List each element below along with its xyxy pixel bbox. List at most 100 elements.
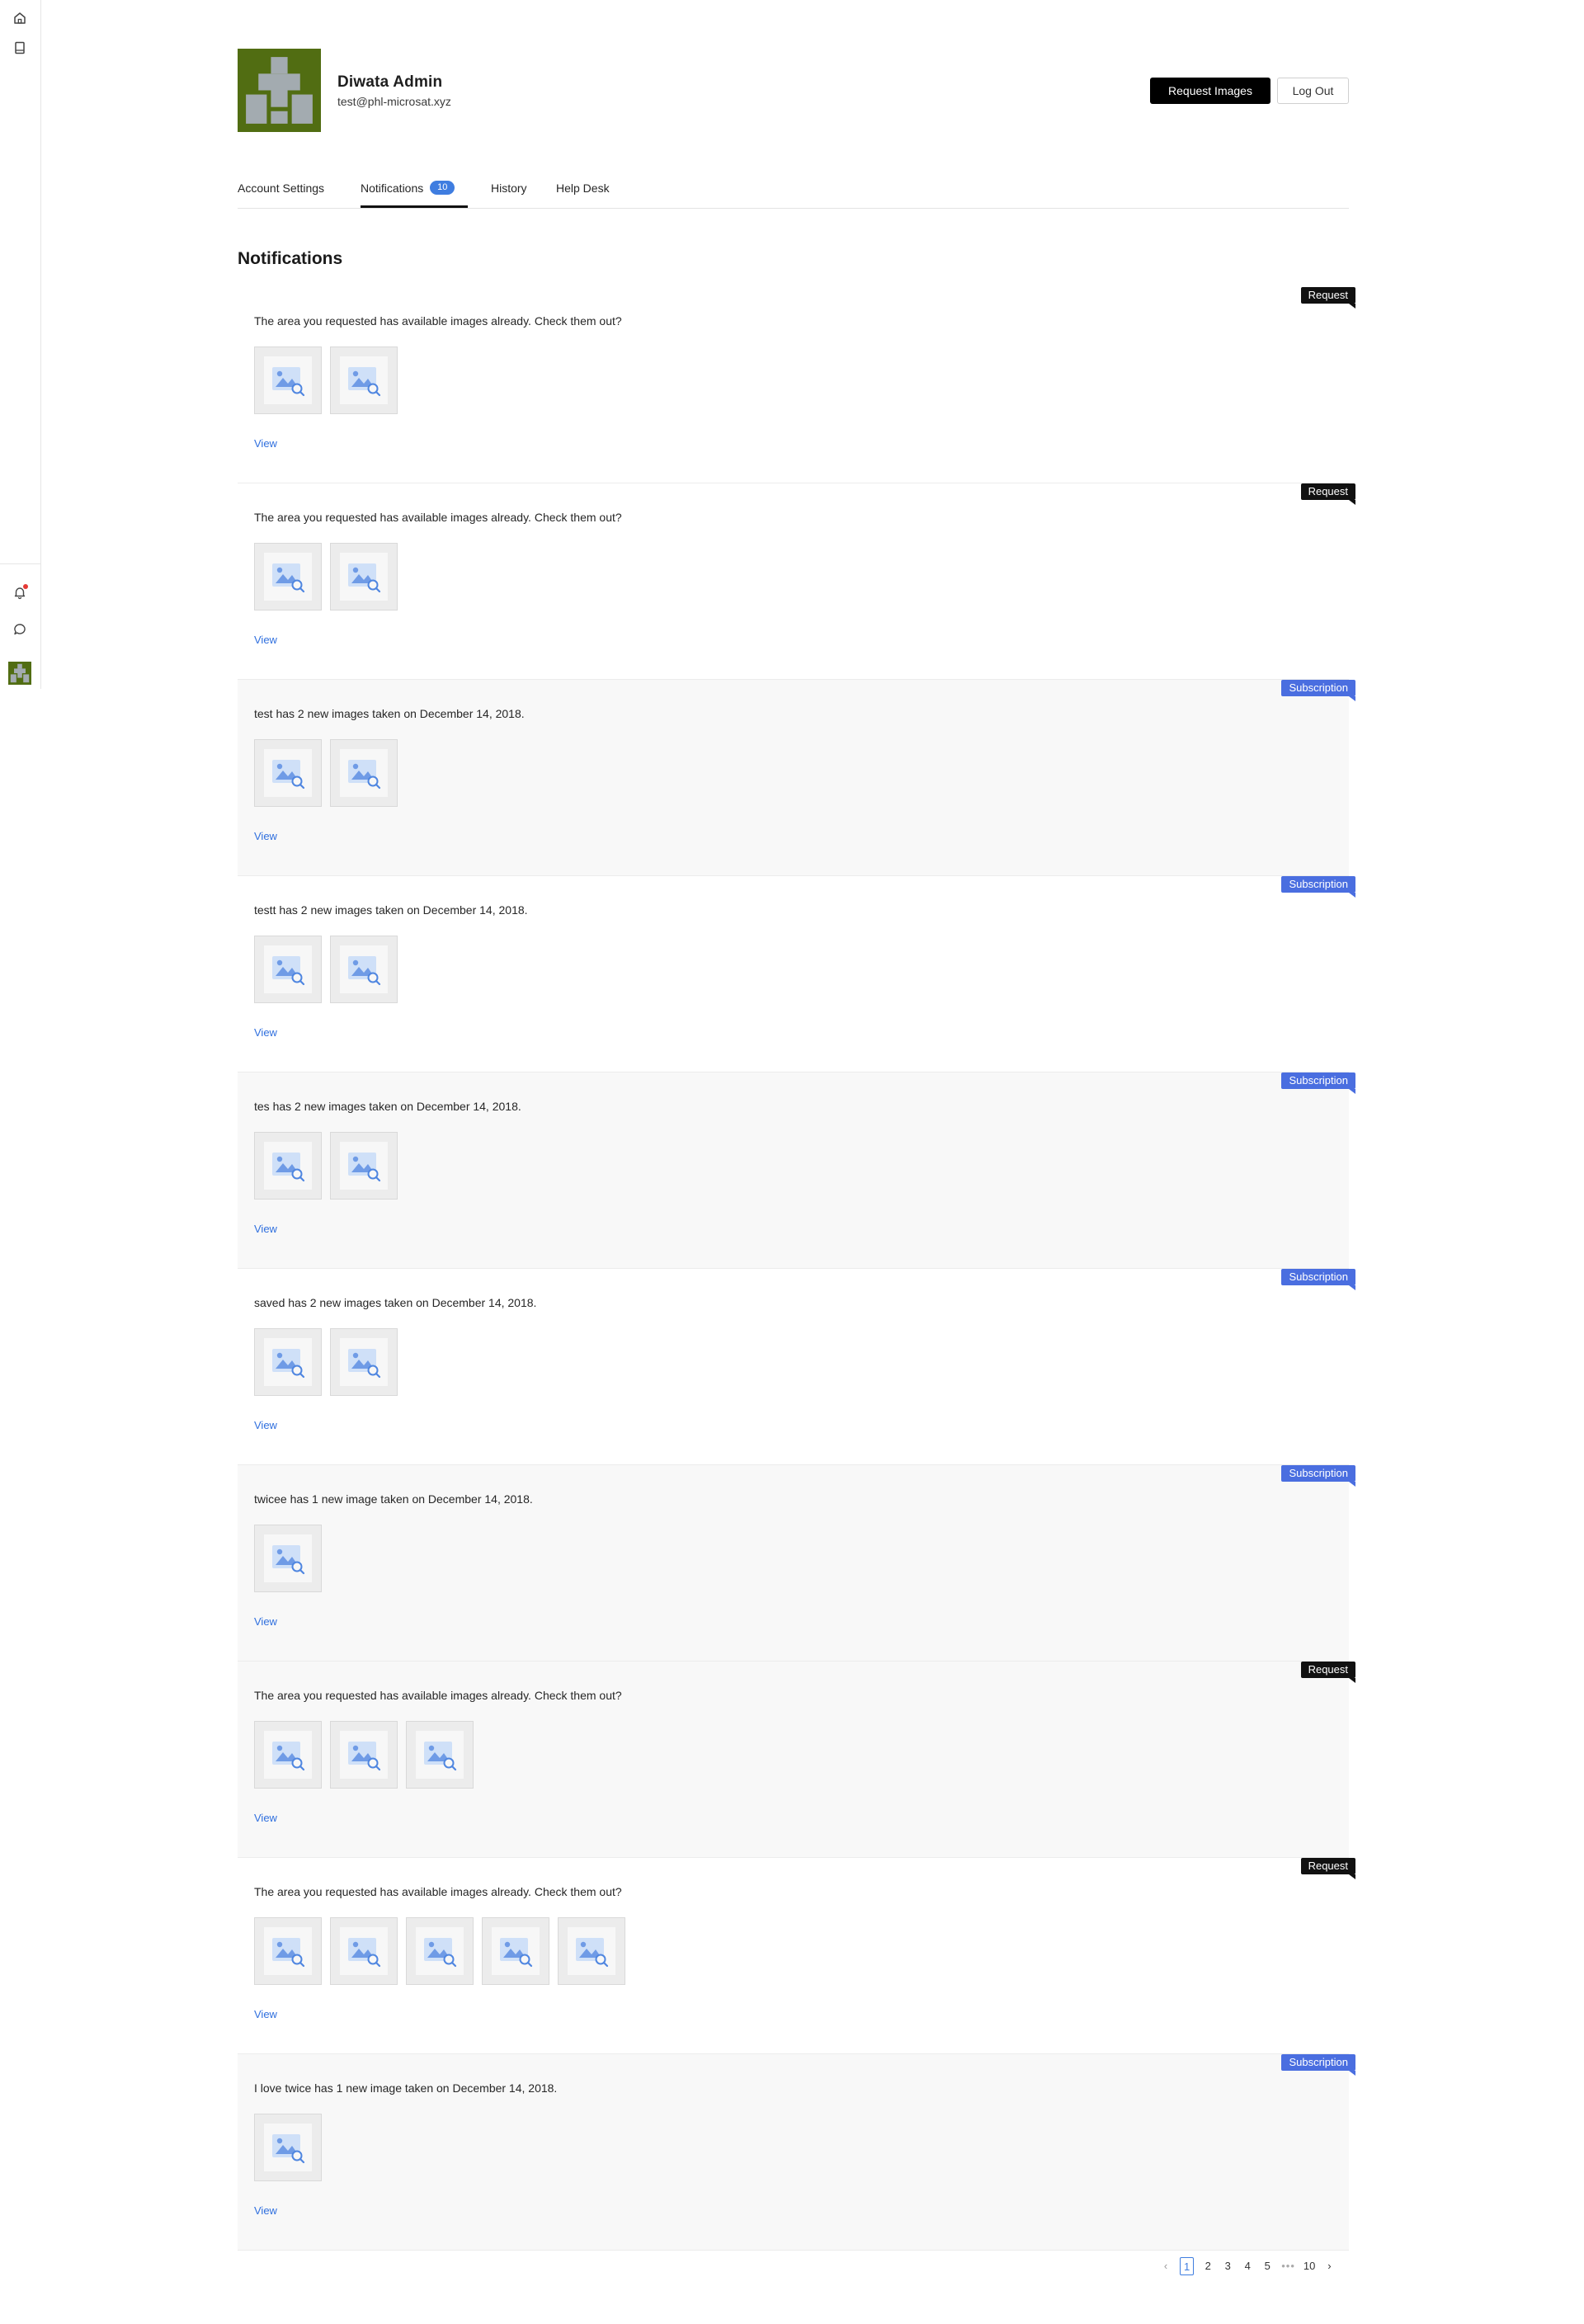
notification-item: Subscription tes has 2 new images taken o… bbox=[238, 1072, 1355, 1269]
notification-item: Subscription saved has 2 new images taken… bbox=[238, 1269, 1355, 1465]
notification-message: The area you requested has available ima… bbox=[254, 1885, 622, 1898]
view-link[interactable]: View bbox=[254, 437, 277, 450]
image-placeholder-icon bbox=[340, 1927, 388, 1975]
image-thumbnails bbox=[254, 1525, 322, 1592]
rail-avatar[interactable] bbox=[8, 662, 31, 685]
image-placeholder-icon bbox=[264, 1142, 312, 1190]
pagination: ‹ 1 2 3 4 5 ••• 10 › bbox=[1160, 2256, 1335, 2276]
left-rail bbox=[0, 0, 41, 689]
image-thumbnails bbox=[254, 1328, 398, 1396]
notification-message: The area you requested has available ima… bbox=[254, 1689, 622, 1702]
chat-icon[interactable] bbox=[11, 620, 29, 639]
image-thumbnail[interactable] bbox=[406, 1721, 474, 1789]
image-thumbnail[interactable] bbox=[330, 936, 398, 1003]
page-button[interactable]: 1 bbox=[1180, 2257, 1195, 2275]
tab-help-desk[interactable]: Help Desk bbox=[556, 181, 610, 208]
avatar bbox=[238, 49, 321, 132]
logout-button[interactable]: Log Out bbox=[1277, 78, 1349, 104]
view-link[interactable]: View bbox=[254, 634, 277, 646]
notification-item: Subscription I love twice has 1 new image… bbox=[238, 2054, 1355, 2251]
chevron-right-icon[interactable]: › bbox=[1323, 2257, 1335, 2275]
image-placeholder-icon bbox=[340, 1731, 388, 1779]
tab-account-settings[interactable]: Account Settings bbox=[238, 181, 324, 208]
view-link[interactable]: View bbox=[254, 830, 277, 842]
request-images-button[interactable]: Request Images bbox=[1150, 78, 1270, 104]
rail-divider bbox=[0, 563, 40, 564]
image-thumbnail[interactable] bbox=[254, 739, 322, 807]
view-link[interactable]: View bbox=[254, 2204, 277, 2217]
notification-type-tag: Subscription bbox=[1281, 1269, 1355, 1290]
book-icon[interactable] bbox=[11, 39, 29, 57]
image-thumbnail[interactable] bbox=[254, 1525, 322, 1592]
home-icon[interactable] bbox=[11, 9, 29, 27]
image-placeholder-icon bbox=[416, 1731, 464, 1779]
image-placeholder-icon bbox=[264, 2124, 312, 2171]
image-thumbnail[interactable] bbox=[254, 936, 322, 1003]
tab-bar: Account Settings Notifications 10 Histor… bbox=[238, 173, 1349, 209]
pagination-ellipsis[interactable]: ••• bbox=[1281, 2257, 1295, 2275]
view-link[interactable]: View bbox=[254, 1223, 277, 1235]
page-button-last[interactable]: 10 bbox=[1304, 2257, 1315, 2275]
notification-message: testt has 2 new images taken on December… bbox=[254, 903, 528, 917]
image-placeholder-icon bbox=[264, 945, 312, 993]
notification-item: Request The area you requested has availa… bbox=[238, 1858, 1356, 2054]
page-button[interactable]: 2 bbox=[1202, 2257, 1214, 2275]
view-link[interactable]: View bbox=[254, 1419, 277, 1431]
image-placeholder-icon bbox=[416, 1927, 464, 1975]
image-placeholder-icon bbox=[264, 1534, 312, 1582]
notification-type-tag: Request bbox=[1300, 483, 1356, 505]
image-thumbnail[interactable] bbox=[330, 1132, 398, 1200]
tab-notifications[interactable]: Notifications 10 bbox=[361, 181, 468, 208]
bell-icon[interactable] bbox=[11, 583, 29, 601]
image-placeholder-icon bbox=[340, 1142, 388, 1190]
notification-list: Request The area you requested has availa… bbox=[238, 287, 1356, 2251]
image-thumbnail[interactable] bbox=[254, 1721, 322, 1789]
image-placeholder-icon bbox=[264, 356, 312, 404]
image-thumbnail[interactable] bbox=[558, 1917, 625, 1985]
view-link[interactable]: View bbox=[254, 1812, 277, 1824]
image-thumbnail[interactable] bbox=[482, 1917, 549, 1985]
image-thumbnail[interactable] bbox=[254, 1132, 322, 1200]
notification-message: test has 2 new images taken on December … bbox=[254, 707, 525, 720]
page-title: Notifications bbox=[238, 249, 343, 268]
notification-message: twicee has 1 new image taken on December… bbox=[254, 1492, 533, 1506]
profile-name: Diwata Admin bbox=[337, 73, 443, 91]
image-thumbnail[interactable] bbox=[254, 1917, 322, 1985]
image-placeholder-icon bbox=[340, 1338, 388, 1386]
image-thumbnail[interactable] bbox=[330, 1328, 398, 1396]
image-thumbnail[interactable] bbox=[330, 543, 398, 610]
view-link[interactable]: View bbox=[254, 1026, 277, 1039]
tab-history[interactable]: History bbox=[491, 181, 527, 208]
image-thumbnail[interactable] bbox=[330, 1721, 398, 1789]
image-thumbnails bbox=[254, 543, 398, 610]
image-thumbnails bbox=[254, 936, 398, 1003]
image-thumbnail[interactable] bbox=[254, 2114, 322, 2181]
page-button[interactable]: 3 bbox=[1222, 2257, 1233, 2275]
image-thumbnail[interactable] bbox=[254, 346, 322, 414]
image-thumbnails bbox=[254, 346, 398, 414]
profile-email: test@phl-microsat.xyz bbox=[337, 95, 451, 108]
tab-label: History bbox=[491, 181, 527, 195]
profile-header: Diwata Admin test@phl-microsat.xyz Reque… bbox=[238, 49, 1349, 132]
chevron-left-icon[interactable]: ‹ bbox=[1160, 2257, 1172, 2275]
page-button[interactable]: 5 bbox=[1261, 2257, 1273, 2275]
notification-type-tag: Subscription bbox=[1281, 1072, 1355, 1094]
image-thumbnail[interactable] bbox=[330, 739, 398, 807]
notification-item: Subscription testt has 2 new images taken… bbox=[238, 876, 1355, 1072]
notification-type-tag: Request bbox=[1300, 287, 1356, 309]
tab-label: Notifications bbox=[361, 181, 424, 195]
image-thumbnail[interactable] bbox=[254, 1328, 322, 1396]
view-link[interactable]: View bbox=[254, 1615, 277, 1628]
page-button[interactable]: 4 bbox=[1242, 2257, 1253, 2275]
image-thumbnails bbox=[254, 739, 398, 807]
image-thumbnail[interactable] bbox=[330, 346, 398, 414]
image-placeholder-icon bbox=[264, 1927, 312, 1975]
view-link[interactable]: View bbox=[254, 2008, 277, 2020]
image-thumbnail[interactable] bbox=[406, 1917, 474, 1985]
image-thumbnail[interactable] bbox=[254, 543, 322, 610]
image-placeholder-icon bbox=[264, 1338, 312, 1386]
notification-item: Request The area you requested has availa… bbox=[238, 287, 1356, 483]
notification-dot bbox=[23, 584, 28, 589]
notification-message: The area you requested has available ima… bbox=[254, 314, 622, 328]
image-thumbnail[interactable] bbox=[330, 1917, 398, 1985]
